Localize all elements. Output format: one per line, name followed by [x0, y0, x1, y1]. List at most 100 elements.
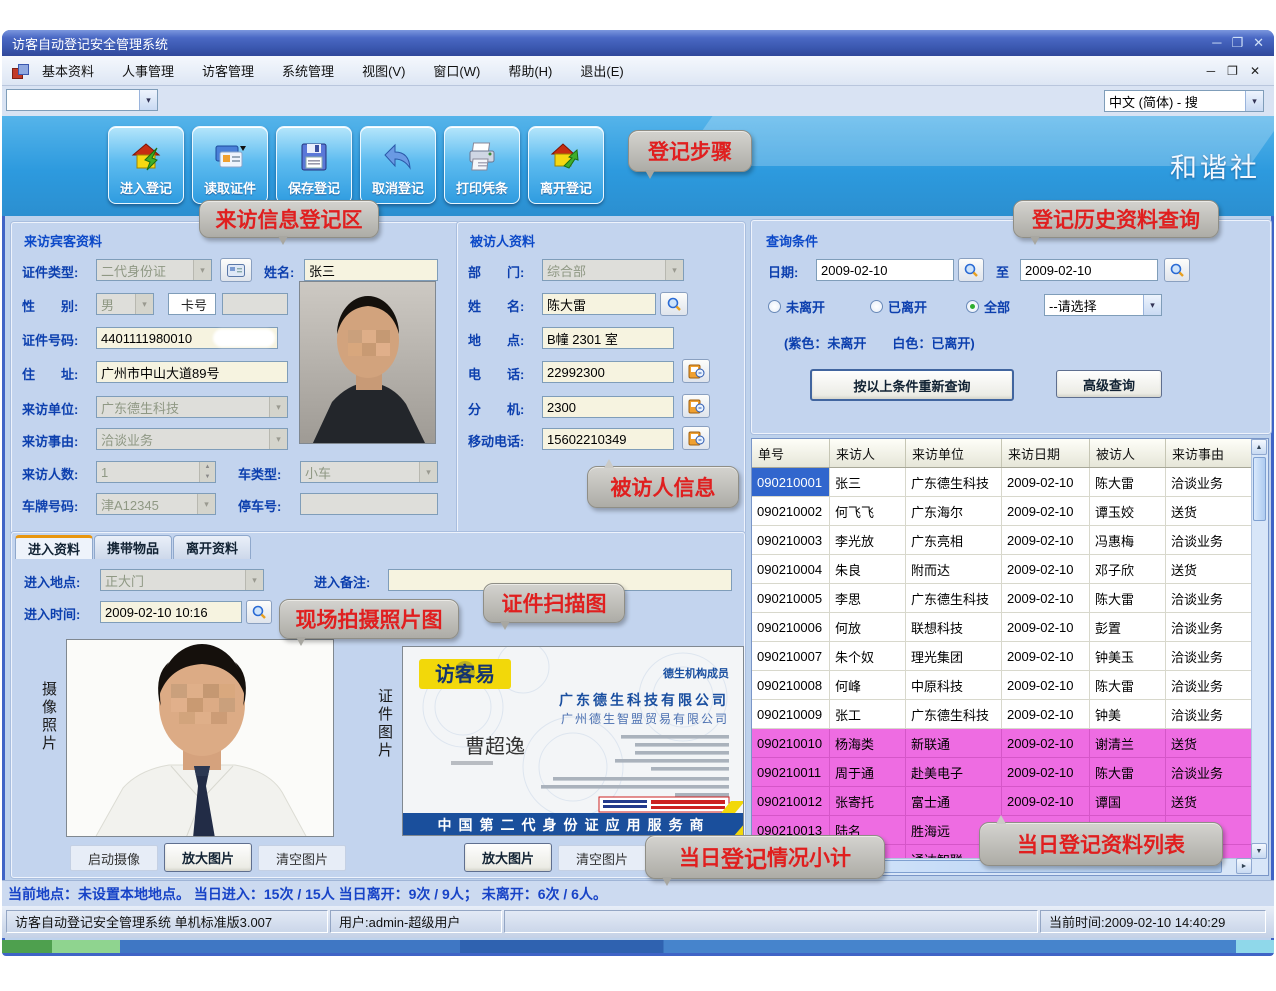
visitor-name-field[interactable]: 张三 [304, 259, 438, 281]
table-cell[interactable]: 富士通 [906, 787, 1002, 815]
radio-left[interactable]: 已离开 [870, 297, 927, 316]
table-cell[interactable]: 何飞飞 [830, 497, 906, 525]
table-row[interactable]: 090210011周于通赴美电子2009-02-10陈大雷洽谈业务 [752, 758, 1268, 787]
table-cell[interactable]: 洽谈业务 [1166, 758, 1253, 786]
table-cell[interactable]: 2009-02-10 [1002, 758, 1090, 786]
print-slip-button[interactable]: 打印凭条 [444, 126, 520, 204]
table-cell[interactable]: 理光集团 [906, 642, 1002, 670]
table-cell[interactable]: 洽谈业务 [1166, 671, 1253, 699]
table-cell[interactable]: 赴美电子 [906, 758, 1002, 786]
menu-item-view[interactable]: 视图(V) [362, 61, 405, 80]
address-field[interactable]: 广州市中山大道89号 [96, 361, 288, 383]
table-row[interactable]: 090210012张寄托富士通2009-02-10谭国送货 [752, 787, 1268, 816]
table-cell[interactable]: 2009-02-10 [1002, 584, 1090, 612]
table-cell[interactable]: 2009-02-10 [1002, 526, 1090, 554]
table-row[interactable]: 090210007朱个奴理光集团2009-02-10钟美玉洽谈业务 [752, 642, 1268, 671]
table-cell[interactable]: 送货 [1166, 497, 1253, 525]
table-cell[interactable]: 送货 [1166, 787, 1253, 815]
table-cell[interactable]: 090210008 [752, 671, 830, 699]
unit-select[interactable]: 广东德生科技 ▾ [96, 396, 288, 418]
mdi-restore-icon[interactable]: ❐ [1227, 64, 1238, 78]
radio-not-left[interactable]: 未离开 [768, 297, 825, 316]
table-cell[interactable]: 洽谈业务 [1166, 642, 1253, 670]
stepper-arrows[interactable]: ▲ ▼ [199, 462, 215, 482]
table-cell[interactable]: 谭玉姣 [1090, 497, 1166, 525]
table-cell[interactable]: 广东亮相 [906, 526, 1002, 554]
date-to-field[interactable]: 2009-02-10 [1020, 259, 1158, 281]
date-to-picker-button[interactable] [1164, 258, 1190, 282]
table-cell[interactable]: 090210001 [752, 468, 830, 496]
table-cell[interactable]: 090210002 [752, 497, 830, 525]
mdi-close-icon[interactable]: ✕ [1250, 64, 1260, 78]
card-reader-button[interactable] [220, 258, 252, 282]
enter-register-button[interactable]: 进入登记 [108, 126, 184, 204]
table-cell[interactable]: 谢清兰 [1090, 729, 1166, 757]
chevron-down-icon[interactable]: ▾ [139, 90, 157, 110]
table-cell[interactable]: 2009-02-10 [1002, 729, 1090, 757]
table-cell[interactable]: 送货 [1166, 555, 1253, 583]
zoom-photo-button[interactable]: 放大图片 [164, 843, 252, 872]
table-row[interactable]: 090210001张三广东德生科技2009-02-10陈大雷洽谈业务 [752, 468, 1268, 497]
scroll-up-icon[interactable]: ▲ [1251, 439, 1267, 455]
table-cell[interactable]: 090210007 [752, 642, 830, 670]
vertical-scrollbar[interactable]: ▲ ▼ [1251, 439, 1268, 859]
table-cell[interactable]: 090210010 [752, 729, 830, 757]
table-cell[interactable]: 联想科技 [906, 613, 1002, 641]
menu-item-help[interactable]: 帮助(H) [508, 61, 552, 80]
column-header[interactable]: 被访人 [1090, 439, 1166, 467]
mobile-field[interactable]: 15602210349 [542, 428, 674, 450]
language-select[interactable]: 中文 (简体) - 搜 ▾ [1104, 90, 1264, 112]
table-cell[interactable]: 2009-02-10 [1002, 555, 1090, 583]
table-cell[interactable]: 钟美 [1090, 700, 1166, 728]
notify-ext-button[interactable] [682, 394, 710, 418]
table-cell[interactable]: 杨海类 [830, 729, 906, 757]
query-select[interactable]: --请选择 ▾ [1044, 294, 1162, 316]
table-cell[interactable]: 陈大雷 [1090, 758, 1166, 786]
entry-place-select[interactable]: 正大门 ▾ [100, 569, 264, 591]
cancel-register-button[interactable]: 取消登记 [360, 126, 436, 204]
table-cell[interactable]: 广东德生科技 [906, 700, 1002, 728]
table-cell[interactable]: 洽谈业务 [1166, 526, 1253, 554]
column-header[interactable]: 来访日期 [1002, 439, 1090, 467]
time-picker-button[interactable] [246, 600, 272, 624]
close-icon[interactable]: ✕ [1253, 35, 1264, 51]
scroll-right-icon[interactable]: ► [1236, 858, 1252, 874]
table-cell[interactable]: 钟美玉 [1090, 642, 1166, 670]
chevron-down-icon[interactable]: ▾ [1245, 91, 1263, 111]
table-cell[interactable]: 090210006 [752, 613, 830, 641]
up-icon[interactable]: ▲ [199, 462, 215, 472]
read-card-button[interactable]: 读取证件 [192, 126, 268, 204]
down-icon[interactable]: ▼ [199, 472, 215, 482]
table-cell[interactable]: 陈大雷 [1090, 468, 1166, 496]
column-header[interactable]: 来访事由 [1166, 439, 1253, 467]
table-cell[interactable]: 090210012 [752, 787, 830, 815]
table-cell[interactable]: 邓子欣 [1090, 555, 1166, 583]
table-cell[interactable]: 2009-02-10 [1002, 497, 1090, 525]
minimize-icon[interactable]: ─ [1212, 35, 1221, 51]
table-cell[interactable]: 送货 [1166, 729, 1253, 757]
table-cell[interactable]: 090210005 [752, 584, 830, 612]
table-row[interactable]: 090210008何峰中原科技2009-02-10陈大雷洽谈业务 [752, 671, 1268, 700]
menu-item-system[interactable]: 系统管理 [282, 61, 334, 80]
table-cell[interactable]: 2009-02-10 [1002, 613, 1090, 641]
table-cell[interactable]: 090210011 [752, 758, 830, 786]
table-cell[interactable]: 谭国 [1090, 787, 1166, 815]
column-header[interactable]: 单号 [752, 439, 830, 467]
table-cell[interactable]: 洽谈业务 [1166, 468, 1253, 496]
start-camera-button[interactable]: 启动摄像 [70, 845, 158, 871]
advanced-query-button[interactable]: 高级查询 [1056, 370, 1162, 398]
cert-type-select[interactable]: 二代身份证 ▾ [96, 259, 212, 281]
zoom-card-button[interactable]: 放大图片 [464, 843, 552, 872]
date-from-picker-button[interactable] [958, 258, 984, 282]
search-person-button[interactable] [660, 292, 688, 316]
column-header[interactable]: 来访单位 [906, 439, 1002, 467]
table-cell[interactable]: 2009-02-10 [1002, 642, 1090, 670]
table-cell[interactable]: 朱良 [830, 555, 906, 583]
table-row[interactable]: 090210009张工广东德生科技2009-02-10钟美洽谈业务 [752, 700, 1268, 729]
table-cell[interactable]: 陈大雷 [1090, 584, 1166, 612]
table-row[interactable]: 090210005李思广东德生科技2009-02-10陈大雷洽谈业务 [752, 584, 1268, 613]
table-cell[interactable]: 090210003 [752, 526, 830, 554]
table-row[interactable]: 090210006何放联想科技2009-02-10彭置洽谈业务 [752, 613, 1268, 642]
table-cell[interactable]: 广东德生科技 [906, 584, 1002, 612]
table-cell[interactable]: 张三 [830, 468, 906, 496]
